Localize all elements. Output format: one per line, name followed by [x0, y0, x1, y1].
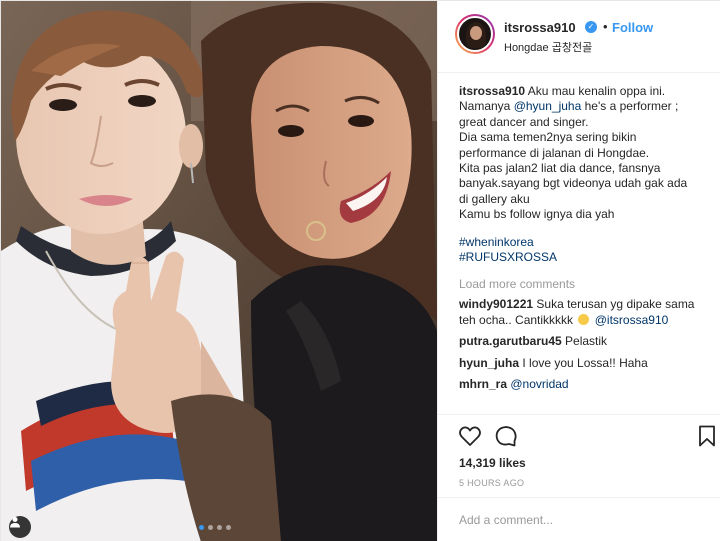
- verified-badge-icon: ✓: [585, 21, 597, 33]
- comment-item: mhrn_ra @novridad: [459, 377, 704, 393]
- caption-text: di gallery aku: [459, 191, 530, 206]
- comment-icon: [495, 426, 517, 447]
- instagram-post: itsrossa910 ✓ • Follow Hongdae 곱창전골 itsr…: [0, 0, 720, 541]
- avatar[interactable]: [455, 14, 495, 54]
- selfie-photo-illustration: [1, 1, 437, 541]
- caption-mention[interactable]: @hyun_juha: [514, 99, 582, 113]
- header-username[interactable]: itsrossa910: [504, 20, 576, 35]
- comment-username[interactable]: hyun_juha: [459, 356, 519, 370]
- post-photo[interactable]: [1, 1, 437, 541]
- location-link[interactable]: Hongdae 곱창전골: [504, 39, 592, 55]
- separator-dot: •: [603, 19, 608, 34]
- comment-text: Pelastik: [565, 334, 608, 349]
- post-timestamp[interactable]: 5 HOURS AGO: [459, 478, 524, 488]
- add-comment-input[interactable]: [459, 510, 699, 530]
- comment-username[interactable]: mhrn_ra: [459, 377, 507, 391]
- caption-text: Kamu bs follow ignya dia yah: [459, 207, 615, 222]
- post-side-panel: itsrossa910 ✓ • Follow Hongdae 곱창전골 itsr…: [437, 1, 720, 541]
- likes-count[interactable]: 14,319 likes: [459, 456, 526, 470]
- comment-username[interactable]: windy901221: [459, 297, 533, 311]
- comment-item: windy901221 Suka terusan yg dipake sama …: [459, 297, 704, 328]
- caption-text: banyak.sayang bgt videonya udah gak ada: [459, 176, 688, 191]
- caption-text: Aku mau kenalin oppa ini.: [527, 84, 666, 98]
- comment-mention[interactable]: @novridad: [510, 377, 568, 391]
- comment-item: hyun_juha I love you Lossa!! Haha: [459, 356, 704, 372]
- carousel-dot[interactable]: [226, 525, 231, 530]
- carousel-dot[interactable]: [217, 525, 222, 530]
- user-tag-icon: [10, 517, 20, 528]
- caption-text: Namanya: [459, 99, 511, 114]
- tag-button[interactable]: [9, 516, 31, 538]
- caption-username[interactable]: itsrossa910: [459, 84, 525, 98]
- post-caption: itsrossa910 Aku mau kenalin oppa ini. Na…: [459, 84, 704, 265]
- comment-button[interactable]: [494, 424, 518, 448]
- comment-mention[interactable]: @itsrossa910: [595, 313, 669, 327]
- hashtag-link[interactable]: #wheninkorea: [459, 235, 704, 250]
- caption-text: he's a performer ;: [584, 99, 679, 114]
- post-header: itsrossa910 ✓ • Follow Hongdae 곱창전골: [438, 1, 720, 73]
- carousel-dot[interactable]: [208, 525, 213, 530]
- post-actions: [438, 414, 720, 454]
- like-button[interactable]: [458, 424, 482, 448]
- heart-icon: [459, 426, 481, 446]
- follow-button[interactable]: Follow: [612, 20, 653, 35]
- caption-text: great dancer and singer.: [459, 114, 589, 129]
- comments-section[interactable]: itsrossa910 Aku mau kenalin oppa ini. Na…: [438, 74, 720, 414]
- comment-text: I love you Lossa!! Haha: [522, 355, 648, 370]
- heart-eyes-emoji-icon: [578, 313, 590, 325]
- hashtag-link[interactable]: #RUFUSXROSSA: [459, 250, 704, 265]
- save-button[interactable]: [695, 424, 719, 448]
- caption-text: Dia sama temen2nya sering bikin: [459, 130, 637, 145]
- carousel-dot[interactable]: [199, 525, 204, 530]
- load-more-comments-button[interactable]: Load more comments: [459, 277, 704, 291]
- caption-text: Kita pas jalan2 liat dia dance, fansnya: [459, 161, 661, 176]
- avatar-image: [457, 16, 493, 52]
- bookmark-icon: [699, 425, 715, 447]
- add-comment-bar: [438, 497, 720, 541]
- caption-text: performance di jalanan di Hongdae.: [459, 145, 650, 160]
- comment-item-partial: [459, 396, 704, 404]
- comment-username[interactable]: putra.garutbaru45: [459, 334, 562, 348]
- carousel-indicator: [199, 525, 231, 530]
- comment-item: putra.garutbaru45 Pelastik: [459, 334, 704, 350]
